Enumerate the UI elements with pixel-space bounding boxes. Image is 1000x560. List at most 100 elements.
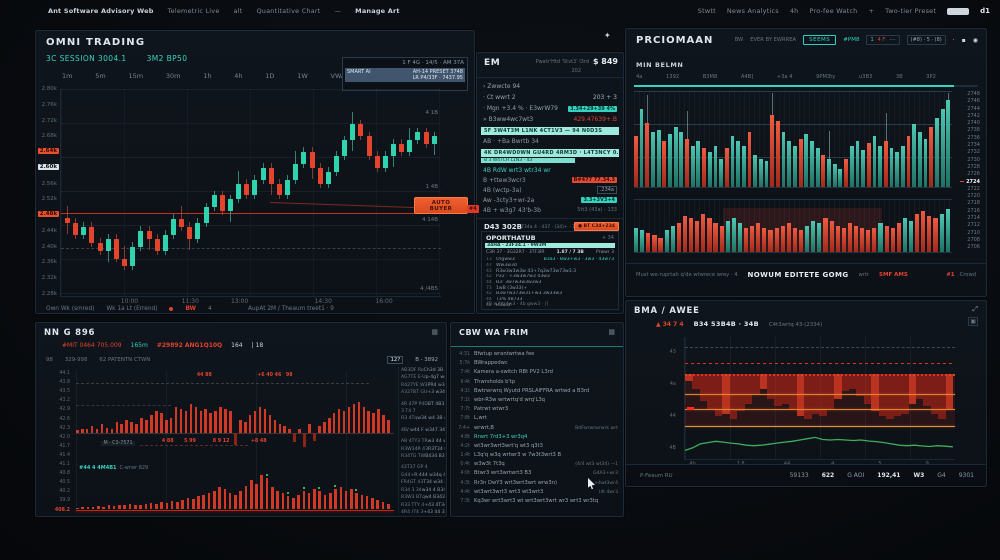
list-item[interactable]: 7:4+wrwrt,BBdFwrwrwrwrk wrt <box>457 425 618 434</box>
topbar-item[interactable]: Stwtt <box>698 7 716 15</box>
topbar-item[interactable]: Pro-fee Watch <box>809 7 857 15</box>
tab-item[interactable]: 1W <box>297 72 308 80</box>
signal-row[interactable]: Aw -3cty3+wr-2a3.3+3V3+4 <box>483 195 617 205</box>
ladder-price[interactable]: 2716 <box>956 208 982 215</box>
opportunity-row[interactable]: 13Orgww3B3a3 · Bw3+w3 · 3w3 · 43w73 <box>486 257 614 263</box>
expand-icon[interactable]: ⤢ <box>972 305 978 314</box>
tab-item[interactable]: 4h <box>234 72 242 80</box>
list-item[interactable]: 1:4tL3q'q w3q wrtwr3 w 7w3t3wrt3 B <box>457 452 618 461</box>
list-item[interactable]: 4:1tBwtrwrwrq Wyutd PRSLAIFFRA wrtwd a B… <box>457 388 618 397</box>
volume-chart-lower[interactable] <box>634 199 952 253</box>
segment-option[interactable]: ···· <box>889 37 895 43</box>
list-item[interactable]: 7:4tKamera a-switch RBt PV2 L3rd <box>457 369 618 378</box>
ladder-price[interactable]: 2734 <box>956 142 982 149</box>
list-item[interactable]: 4:31Bfwtup wrantwrtwa fee <box>457 351 618 360</box>
ladder-price[interactable]: 2736 <box>956 135 982 142</box>
tab-item[interactable]: 1m <box>62 72 72 80</box>
control-item[interactable]: 329-998 <box>65 357 88 363</box>
tab-item[interactable]: 15m <box>128 72 143 80</box>
list-item[interactable]: 5:7kBWrappedwc <box>457 360 618 369</box>
signal-row[interactable]: 4B (wctp-3a).234a <box>483 185 617 195</box>
ladder-price[interactable]: 2720 <box>956 193 982 200</box>
ladder-price[interactable]: 2738 <box>956 127 982 134</box>
shield-icon[interactable]: ◉ <box>973 37 978 44</box>
topbar-pill[interactable] <box>947 8 969 15</box>
topbar-item[interactable]: alt <box>234 7 243 15</box>
account-row[interactable]: » B3ww4wc7wt3429.47639+.B <box>483 114 617 125</box>
square-icon[interactable]: ▪ <box>962 37 966 44</box>
ladder-price[interactable]: 2742 <box>956 113 982 120</box>
topbar-item[interactable]: + <box>868 7 874 15</box>
tab-item[interactable]: 1D <box>265 72 274 80</box>
tab-item[interactable]: 1h <box>203 72 211 80</box>
list-item[interactable]: 4:4twt3wrt3wrt3 wrt3 wt3wrt3(4t 4wr3 <box>457 489 618 498</box>
ladder-price[interactable]: 2710 <box>956 230 982 237</box>
ladder-price[interactable]: 2706 <box>956 244 982 251</box>
list-item[interactable]: 7:7tPatrwt wtwr3 <box>457 406 618 415</box>
ladder-price[interactable]: 2744 <box>956 106 982 113</box>
volume-bar <box>885 226 889 252</box>
ladder-price[interactable]: 2748 <box>956 91 982 98</box>
segment-option[interactable]: 1 <box>870 37 873 43</box>
account-row[interactable]: › Zwwcte 94 <box>483 81 617 92</box>
ladder-price[interactable]: 2728 <box>956 164 982 171</box>
topbar-menu-icon[interactable]: d1 <box>980 7 990 15</box>
topbar-item[interactable]: Telemetric Live <box>168 7 220 15</box>
grid-icon[interactable]: ▦ <box>608 328 615 336</box>
topbar-item[interactable]: Quantitative Chart <box>256 7 320 15</box>
candlestick-chart[interactable]: 4 1B1 4B4 14B4 /4B5 <box>60 89 441 297</box>
ladder-price[interactable]: 2730 <box>956 157 982 164</box>
tab-item[interactable]: 5m <box>95 72 105 80</box>
topbar-item[interactable]: Ant Software Advisory Web <box>48 7 154 15</box>
list-item[interactable]: 4:0tBtwr3 wrt3wrtwrt3 B3G4A3+wr3 <box>457 470 618 479</box>
bell-icon[interactable]: ✦ <box>604 31 611 40</box>
ladder-price[interactable]: 2722 <box>956 186 982 193</box>
dot-icon[interactable]: · <box>953 37 955 44</box>
list-item[interactable]: 7:1twbr-R3w wrtwrtq'd wrq'L3q <box>457 397 618 406</box>
control-item[interactable]: 98 <box>46 357 53 363</box>
auto-buyer-button[interactable]: AUTO BUYER <box>414 197 468 214</box>
ladder-price[interactable]: 2714 <box>956 215 982 222</box>
segment-option[interactable]: 4 F <box>878 37 886 43</box>
signal-row[interactable]: 4B + w3g7 43'b-3b5tt3 (43a) - 133 <box>483 205 617 215</box>
list-item[interactable]: 4:2twt3wr3wrt3wrt'q wt3 q3t3 <box>457 443 618 452</box>
ladder-price[interactable]: 2708 <box>956 237 982 244</box>
ladder-price[interactable]: 2726 <box>956 171 982 178</box>
account-row[interactable]: · Ct wwrt 2203 + 3 <box>483 92 617 103</box>
topbar-item[interactable]: Two-tier Preset <box>885 7 936 15</box>
ladder-price[interactable]: 2732 <box>956 149 982 156</box>
buy-command-button[interactable]: ● BT C34+234 <box>574 222 619 231</box>
ladder-price[interactable]: 2740 <box>956 120 982 127</box>
chart-legend[interactable]: 1 F 4G · 14/5 · AM 37A SMART AI AH-14 PR… <box>342 57 468 91</box>
list-item[interactable]: 9:4tThwrsholds b'tp <box>457 379 618 388</box>
list-item[interactable]: 7:3tKq3wr wrt3wrt3 wt wrt3wrt3wrt wr3 wr… <box>457 498 618 507</box>
micro-chart[interactable]: 44 88+6 40 4698 4 885 998 9 12+8 48 M · … <box>76 371 394 511</box>
ladder-price[interactable]: 2712 <box>956 222 982 229</box>
tab-item[interactable]: 30m <box>166 72 181 80</box>
list-item[interactable]: 0:4tw3w3t 7t3q(4/4 wt3 wt34) —1 <box>457 461 618 470</box>
list-item[interactable]: 4:8tRrwrt 7rd3+3 wr3q4 <box>457 434 618 443</box>
counter-box[interactable]: 12? <box>387 356 403 364</box>
volume-chart-upper[interactable] <box>634 91 952 188</box>
scanner-scrollbar[interactable] <box>634 85 978 87</box>
streams-button[interactable]: SEEMS <box>803 35 836 45</box>
account-row[interactable]: · Mgn +3.4 % · E3wrW793.34+29+39 4% <box>483 103 617 114</box>
layers-icon[interactable]: ▣ <box>968 317 978 326</box>
legend-selected-row[interactable]: SMART AI AH-14 PRESET 3748 LR P4/33F · 7… <box>345 68 465 82</box>
list-item[interactable]: 7:8tL,wrt <box>457 415 618 424</box>
risk-chart[interactable] <box>684 337 955 460</box>
grid-icon[interactable]: ▦ <box>431 328 438 336</box>
ladder-price[interactable]: 2718 <box>956 200 982 207</box>
ladder-price[interactable]: 2724 <box>956 179 982 186</box>
range-selector[interactable]: (#8) · 5 · (8) <box>907 35 946 45</box>
topbar-item[interactable]: Manage Art <box>355 7 400 15</box>
preset-tag[interactable]: #PM8 <box>843 37 859 43</box>
signal-row[interactable]: 4B RdW wrt3 wtr34 wr <box>483 165 617 175</box>
control-item[interactable]: 62 PATENTN CTWN <box>99 357 150 363</box>
topbar-item[interactable]: — <box>334 7 341 15</box>
ladder-price[interactable]: 2746 <box>956 98 982 105</box>
segmented-control[interactable]: 1 4 F···· <box>866 35 899 45</box>
signal-row[interactable]: B +ttew3wcr3B#477 77.34.3 <box>483 175 617 185</box>
topbar-item[interactable]: 4h <box>790 7 799 15</box>
topbar-item[interactable]: News Analytics <box>727 7 779 15</box>
